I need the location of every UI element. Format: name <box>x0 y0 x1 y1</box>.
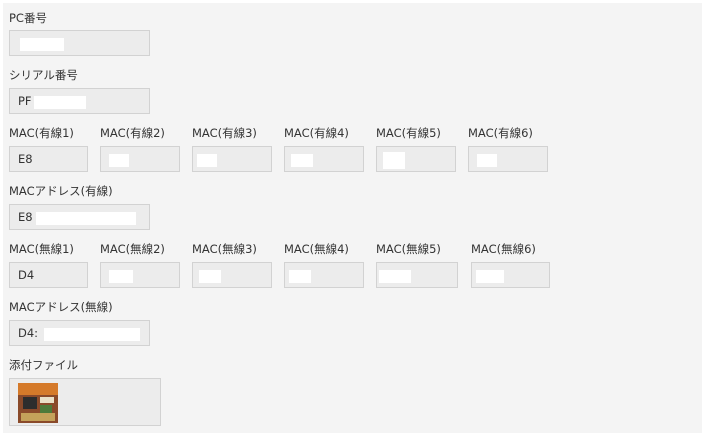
mac-address-wireless-field[interactable]: D4: <box>9 320 150 346</box>
mac-wireless-2-label: MAC(無線2) <box>100 242 165 256</box>
mac-wireless-5-field[interactable] <box>376 262 458 288</box>
redaction <box>20 38 64 51</box>
serial-number-label: シリアル番号 <box>9 68 78 82</box>
redaction <box>197 154 217 167</box>
mac-wired-6-label: MAC(有線6) <box>468 126 533 140</box>
mac-wired-5-field[interactable] <box>376 146 456 172</box>
mac-wireless-2-field[interactable] <box>100 262 180 288</box>
mac-wired-6-field[interactable] <box>468 146 548 172</box>
redaction <box>477 154 497 167</box>
attachment-thumbnail[interactable] <box>18 383 58 423</box>
mac-address-wireless-label: MACアドレス(無線) <box>9 300 113 314</box>
mac-wireless-5-label: MAC(無線5) <box>376 242 441 256</box>
mac-wireless-4-label: MAC(無線4) <box>284 242 349 256</box>
mac-wired-1-value: E8 <box>18 152 33 166</box>
mac-wireless-1-label: MAC(無線1) <box>9 242 74 256</box>
serial-number-field[interactable]: PF <box>9 88 150 114</box>
redaction <box>109 154 129 167</box>
mac-wired-2-label: MAC(有線2) <box>100 126 165 140</box>
mac-wired-3-label: MAC(有線3) <box>192 126 257 140</box>
pc-number-field[interactable] <box>9 30 150 56</box>
redaction <box>109 270 133 283</box>
mac-address-wired-label: MACアドレス(有線) <box>9 184 113 198</box>
redaction <box>36 212 136 225</box>
mac-wired-1-field[interactable]: E8 <box>9 146 88 172</box>
mac-wireless-4-field[interactable] <box>284 262 364 288</box>
device-detail-panel: PC番号 シリアル番号 PF MAC(有線1) MAC(有線2) MAC(有線3… <box>3 3 702 433</box>
mac-wired-5-label: MAC(有線5) <box>376 126 441 140</box>
mac-wired-1-label: MAC(有線1) <box>9 126 74 140</box>
pc-number-label: PC番号 <box>9 11 47 25</box>
mac-wireless-3-field[interactable] <box>192 262 272 288</box>
mac-wired-2-field[interactable] <box>100 146 180 172</box>
mac-wireless-6-label: MAC(無線6) <box>471 242 536 256</box>
redaction <box>379 270 411 283</box>
mac-address-wireless-value: D4: <box>18 326 39 340</box>
mac-address-wired-field[interactable]: E8 <box>9 204 150 230</box>
mac-address-wired-value: E8 <box>18 210 33 224</box>
redaction <box>291 154 313 167</box>
mac-wireless-1-value: D4 <box>18 268 35 282</box>
attachment-label: 添付ファイル <box>9 358 78 372</box>
redaction <box>34 96 86 109</box>
mac-wired-4-label: MAC(有線4) <box>284 126 349 140</box>
mac-wireless-6-field[interactable] <box>471 262 550 288</box>
redaction <box>199 270 221 283</box>
mac-wireless-1-field[interactable]: D4 <box>9 262 88 288</box>
redaction <box>44 328 140 341</box>
mac-wired-3-field[interactable] <box>192 146 272 172</box>
redaction <box>383 152 405 169</box>
mac-wireless-3-label: MAC(無線3) <box>192 242 257 256</box>
redaction <box>476 270 504 283</box>
mac-wired-4-field[interactable] <box>284 146 364 172</box>
attachment-field <box>9 378 161 426</box>
redaction <box>289 270 311 283</box>
serial-number-value: PF <box>18 94 32 108</box>
